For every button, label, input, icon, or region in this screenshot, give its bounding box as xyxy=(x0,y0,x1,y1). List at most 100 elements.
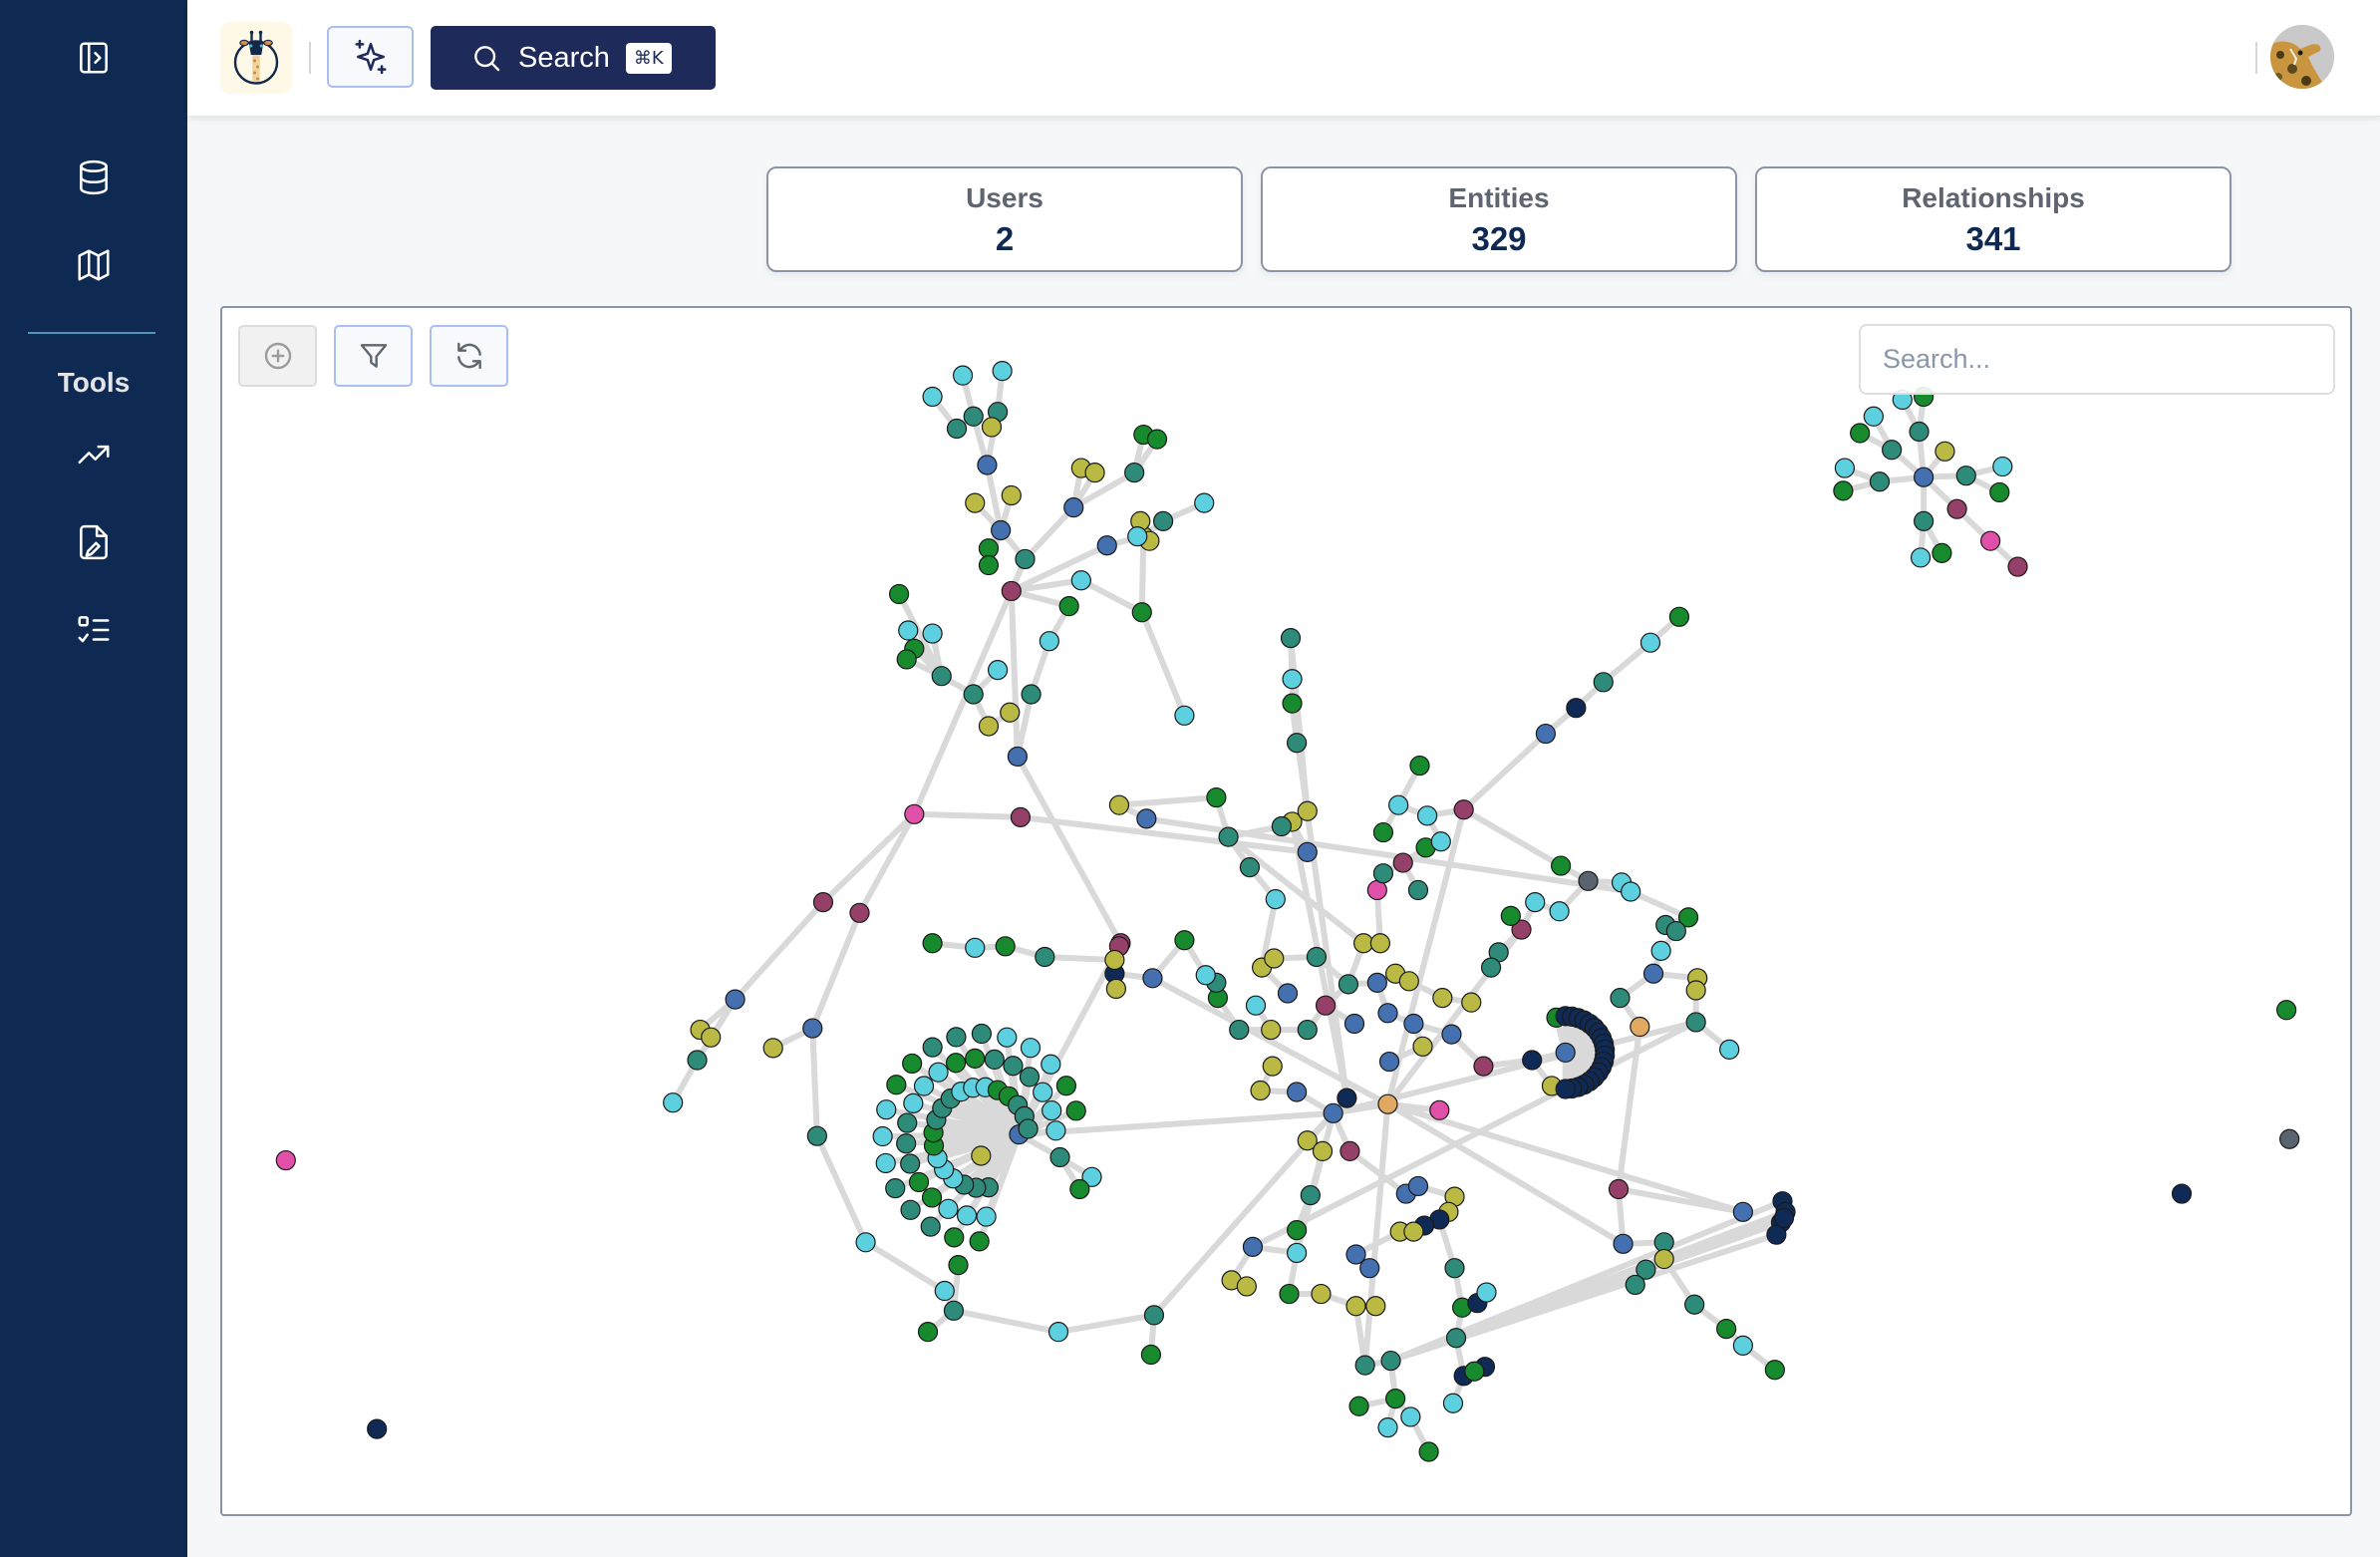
graph-node-cyan[interactable] xyxy=(1070,570,1091,591)
graph-node-maroon[interactable] xyxy=(1392,852,1413,873)
graph-node-teal[interactable] xyxy=(1610,987,1631,1009)
graph-node-maroon[interactable] xyxy=(1608,1178,1630,1200)
graph-node-teal[interactable] xyxy=(1407,879,1429,901)
graph-node-green[interactable] xyxy=(1500,905,1521,926)
graph-node-green[interactable] xyxy=(921,1187,943,1208)
graph-node-olive[interactable] xyxy=(978,716,1000,737)
ai-assistant-button[interactable] xyxy=(327,26,414,88)
graph-node-cyan[interactable] xyxy=(976,1206,997,1227)
graph-node-cyan[interactable] xyxy=(992,360,1013,382)
graph-node-teal[interactable] xyxy=(1018,1118,1039,1139)
graph-node-cyan[interactable] xyxy=(1245,995,1267,1016)
graph-node-green[interactable] xyxy=(1282,693,1303,714)
graph-node-green[interactable] xyxy=(1348,1396,1369,1416)
graph-node-green[interactable] xyxy=(948,1255,969,1276)
graph-node-olive[interactable] xyxy=(1262,1056,1283,1077)
graph-node-blue[interactable] xyxy=(1441,1024,1462,1045)
graph-node-maroon[interactable] xyxy=(1453,799,1474,820)
graph-node-teal[interactable] xyxy=(1021,684,1041,705)
graph-node-cyan[interactable] xyxy=(1400,1406,1421,1427)
graph-node-olive[interactable] xyxy=(1311,1283,1332,1305)
graph-node-maroon[interactable] xyxy=(2007,556,2028,577)
graph-node-green[interactable] xyxy=(1065,1100,1086,1121)
graph-node-maroon[interactable] xyxy=(812,892,834,913)
graph-node-blue[interactable] xyxy=(1287,1082,1308,1102)
graph-node-pink[interactable] xyxy=(1980,530,2001,551)
graph-node-teal[interactable] xyxy=(1653,1232,1674,1253)
graph-node-olive[interactable] xyxy=(1432,987,1453,1009)
graph-node-navy[interactable] xyxy=(1337,1088,1357,1108)
graph-node-blue[interactable] xyxy=(1323,1102,1343,1123)
graph-node-cyan[interactable] xyxy=(1194,492,1215,513)
toggle-sidebar-button[interactable] xyxy=(66,30,122,86)
graph-node-cyan[interactable] xyxy=(903,1092,924,1113)
graph-node-green[interactable] xyxy=(978,554,1000,576)
graph-node-teal[interactable] xyxy=(963,406,984,427)
graph-node-olive[interactable] xyxy=(1934,441,1955,462)
graph-node-green[interactable] xyxy=(1409,755,1430,777)
graph-node-blue[interactable] xyxy=(1142,968,1163,989)
graph-node-cyan[interactable] xyxy=(997,1027,1018,1048)
graph-node-teal[interactable] xyxy=(920,1216,941,1237)
graph-node-blue[interactable] xyxy=(991,519,1012,541)
graph-node-teal[interactable] xyxy=(1869,471,1891,492)
sidebar-item-edit-document[interactable] xyxy=(66,514,122,570)
graph-node-blue[interactable] xyxy=(1403,1013,1424,1035)
graph-node-olive[interactable] xyxy=(1398,971,1419,992)
graph-node-olive[interactable] xyxy=(1369,933,1390,954)
graph-node-green[interactable] xyxy=(978,538,1000,559)
graph-node-cyan[interactable] xyxy=(1732,1335,1753,1356)
graph-node-olive[interactable] xyxy=(1461,992,1482,1013)
graph-node-green[interactable] xyxy=(1551,855,1572,876)
graph-node-olive[interactable] xyxy=(1297,800,1318,821)
graph-node-maroon[interactable] xyxy=(1001,580,1022,602)
graph-node-olive[interactable] xyxy=(1403,1221,1424,1242)
graph-node-cyan[interactable] xyxy=(922,623,943,644)
graph-node-olive[interactable] xyxy=(1001,484,1022,506)
graph-node-gray[interactable] xyxy=(1578,870,1599,891)
graph-node-green[interactable] xyxy=(1174,930,1195,951)
graph-node-teal[interactable] xyxy=(1882,440,1903,461)
graph-node-olive[interactable] xyxy=(1685,980,1706,1001)
graph-node-maroon[interactable] xyxy=(1315,995,1337,1016)
graph-node-olive[interactable] xyxy=(1000,702,1021,723)
graph-node-green[interactable] xyxy=(1279,1283,1300,1305)
graph-node-blue[interactable] xyxy=(1366,972,1387,993)
graph-node-cyan[interactable] xyxy=(1621,881,1641,902)
graph-node-teal[interactable] xyxy=(900,1153,921,1174)
graph-node-teal[interactable] xyxy=(1124,463,1145,483)
graph-node-cyan[interactable] xyxy=(1416,805,1438,826)
graph-node-blue[interactable] xyxy=(1063,497,1084,518)
graph-node-green[interactable] xyxy=(1418,1441,1439,1462)
graph-node-cyan[interactable] xyxy=(1287,1242,1308,1264)
graph-node-green[interactable] xyxy=(995,936,1016,957)
graph-node-cyan[interactable] xyxy=(1282,669,1303,690)
graph-node-teal[interactable] xyxy=(1445,1328,1467,1349)
graph-node-green[interactable] xyxy=(1385,1389,1406,1409)
graph-node-cyan[interactable] xyxy=(875,1152,896,1174)
graph-node-cyan[interactable] xyxy=(1430,831,1451,852)
graph-node-teal[interactable] xyxy=(1143,1305,1165,1326)
graph-node-cyan[interactable] xyxy=(956,1205,978,1226)
graph-node-green[interactable] xyxy=(1069,1178,1090,1200)
graph-node-teal[interactable] xyxy=(1909,421,1930,443)
graph-node-pink[interactable] xyxy=(1429,1099,1450,1120)
graph-node-maroon[interactable] xyxy=(1473,1056,1494,1077)
graph-node-teal[interactable] xyxy=(1019,1067,1041,1088)
graph-node-green[interactable] xyxy=(1372,821,1394,843)
graph-node-teal[interactable] xyxy=(943,1300,965,1321)
graph-node-blue[interactable] xyxy=(1136,808,1157,829)
graph-node-blue[interactable] xyxy=(1377,1003,1398,1024)
graph-node-blue[interactable] xyxy=(1297,841,1318,862)
sidebar-item-checklist[interactable] xyxy=(66,602,122,658)
graph-node-cyan[interactable] xyxy=(1047,1322,1069,1343)
graph-node-teal[interactable] xyxy=(1444,1258,1465,1279)
graph-node-cyan[interactable] xyxy=(663,1092,684,1113)
graph-node-green[interactable] xyxy=(969,1231,990,1252)
graph-node-cyan[interactable] xyxy=(1033,1082,1053,1102)
graph-node-teal[interactable] xyxy=(1218,826,1239,847)
graph-node-green[interactable] xyxy=(965,1048,986,1069)
graph-node-olive[interactable] xyxy=(701,1027,722,1048)
graph-node-cyan[interactable] xyxy=(938,1198,959,1219)
graph-node-cyan[interactable] xyxy=(928,1062,949,1083)
